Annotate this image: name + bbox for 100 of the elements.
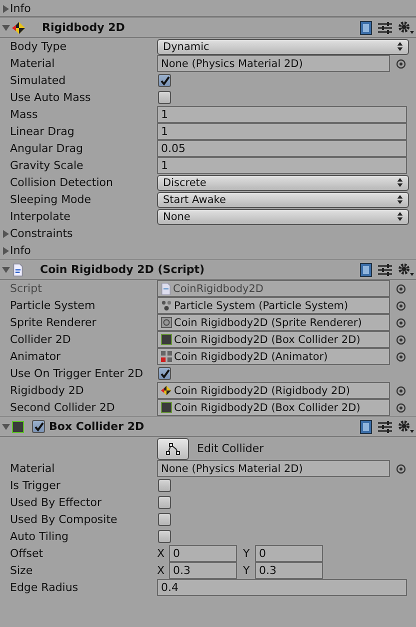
collider-icon [161, 402, 172, 413]
up-down-arrows-icon [397, 178, 403, 187]
number-field[interactable]: 1 [157, 157, 407, 174]
field-label: Rigidbody 2D [10, 384, 85, 397]
dropdown-field[interactable]: Start Awake [157, 192, 409, 208]
checkbox[interactable] [158, 91, 171, 104]
number-field[interactable]: 0.05 [157, 140, 407, 157]
foldout-arrow-icon[interactable] [2, 247, 10, 255]
foldout-arrow-icon[interactable] [2, 230, 10, 238]
number-field[interactable]: 0 [255, 545, 323, 562]
foldout-arrow-icon[interactable] [2, 24, 10, 32]
number-field[interactable]: 0.3 [169, 562, 237, 579]
foldout-label[interactable]: Info [10, 2, 157, 14]
field-label: Use On Trigger Enter 2D [10, 367, 144, 380]
field-label: Used By Composite [10, 513, 118, 526]
object-picker-icon[interactable] [396, 464, 406, 474]
number-field[interactable]: 0.4 [157, 579, 407, 596]
foldout-arrow-icon[interactable] [2, 266, 10, 274]
field-label: Sleeping Mode [10, 193, 92, 206]
number-field[interactable]: 1 [157, 106, 407, 123]
field-label: Offset [10, 547, 44, 560]
foldout-label[interactable]: Info [10, 244, 157, 257]
help-book-icon[interactable] [360, 420, 372, 434]
checkbox[interactable] [158, 367, 171, 380]
settings-icon[interactable] [398, 420, 414, 434]
field-label: Edge Radius [10, 581, 80, 594]
checkbox[interactable] [158, 513, 171, 526]
object-field[interactable]: Coin Rigidbody2D (Animator) [157, 348, 390, 365]
script-file-icon [161, 282, 171, 294]
axis-label: X [157, 547, 166, 560]
field-label: Sprite Renderer [10, 316, 98, 329]
number-field[interactable]: 0.3 [255, 562, 323, 579]
edit-collider-label: Edit Collider [197, 442, 264, 455]
field-label: Interpolate [10, 210, 72, 223]
field-label: Linear Drag [10, 125, 76, 138]
up-down-arrows-icon [397, 212, 403, 221]
field-label: Mass [10, 108, 39, 121]
object-field[interactable]: Coin Rigidbody2D (Sprite Renderer) [157, 314, 390, 331]
foldout-arrow-icon[interactable] [2, 5, 10, 13]
dropdown-field[interactable]: Dynamic [157, 38, 409, 54]
field-label: Script [10, 282, 43, 295]
field-label: Auto Tiling [10, 530, 70, 543]
field-label: Collider 2D [10, 333, 72, 346]
field-label: Material [10, 462, 56, 475]
field-label: Collision Detection [10, 176, 114, 189]
foldout-label[interactable]: Constraints [10, 227, 157, 240]
field-label: Gravity Scale [10, 159, 84, 172]
up-down-arrows-icon [397, 195, 403, 204]
checkbox[interactable] [158, 479, 171, 492]
settings-icon[interactable] [398, 20, 414, 34]
object-field[interactable]: None (Physics Material 2D) [157, 55, 390, 72]
field-label: Used By Effector [10, 496, 102, 509]
image-icon [161, 317, 172, 328]
edit-collider-button[interactable] [157, 438, 189, 460]
up-down-arrows-icon [397, 42, 403, 51]
object-field[interactable]: Coin Rigidbody2D (Box Collider 2D) [157, 399, 390, 416]
number-field[interactable]: 1 [157, 123, 407, 140]
field-label: Body Type [10, 40, 68, 53]
settings-icon[interactable] [398, 262, 414, 276]
field-label: Material [10, 57, 56, 70]
component-title: Coin Rigidbody 2D (Script) [40, 263, 205, 276]
field-label: Second Collider 2D [10, 401, 116, 414]
field-label: Use Auto Mass [10, 91, 92, 104]
foldout-arrow-icon[interactable] [2, 423, 10, 431]
number-field[interactable]: 0 [169, 545, 237, 562]
axis-label: X [157, 564, 166, 577]
object-field[interactable]: None (Physics Material 2D) [157, 460, 390, 477]
particles-icon [161, 300, 172, 311]
object-field[interactable]: Coin Rigidbody2D (Box Collider 2D) [157, 331, 390, 348]
rigidbody-icon [161, 385, 172, 396]
checkbox[interactable] [158, 74, 171, 87]
script-file-icon [12, 262, 24, 276]
field-label: Animator [10, 350, 62, 363]
field-label: Simulated [10, 74, 67, 87]
field-label: Size [10, 564, 34, 577]
sliders-icon[interactable] [378, 22, 392, 34]
object-field[interactable]: Coin Rigidbody2D (Rigidbody 2D) [157, 382, 390, 399]
sliders-icon[interactable] [378, 264, 392, 276]
object-picker-icon[interactable] [396, 58, 406, 68]
dropdown-field[interactable]: None [157, 208, 409, 224]
field-label: Angular Drag [10, 142, 84, 155]
grid-icon [161, 351, 172, 362]
help-book-icon[interactable] [360, 20, 372, 34]
dropdown-field[interactable]: Discrete [157, 174, 409, 190]
checkbox[interactable] [158, 496, 171, 509]
help-book-icon[interactable] [360, 262, 372, 276]
sliders-icon[interactable] [378, 420, 392, 432]
axis-label: Y [243, 547, 251, 560]
collider-icon [161, 334, 172, 345]
component-title: Box Collider 2D [49, 420, 144, 433]
component-icon [12, 20, 26, 34]
polygon-edit-icon [166, 442, 180, 454]
object-field[interactable]: Particle System (Particle System) [157, 297, 390, 314]
component-title: Rigidbody 2D [42, 21, 125, 34]
field-label: Particle System [10, 299, 96, 312]
collider-icon [12, 420, 24, 432]
axis-label: Y [243, 564, 251, 577]
field-label: Is Trigger [10, 479, 62, 492]
checkbox[interactable] [158, 530, 171, 543]
enable-checkbox[interactable] [32, 420, 45, 433]
